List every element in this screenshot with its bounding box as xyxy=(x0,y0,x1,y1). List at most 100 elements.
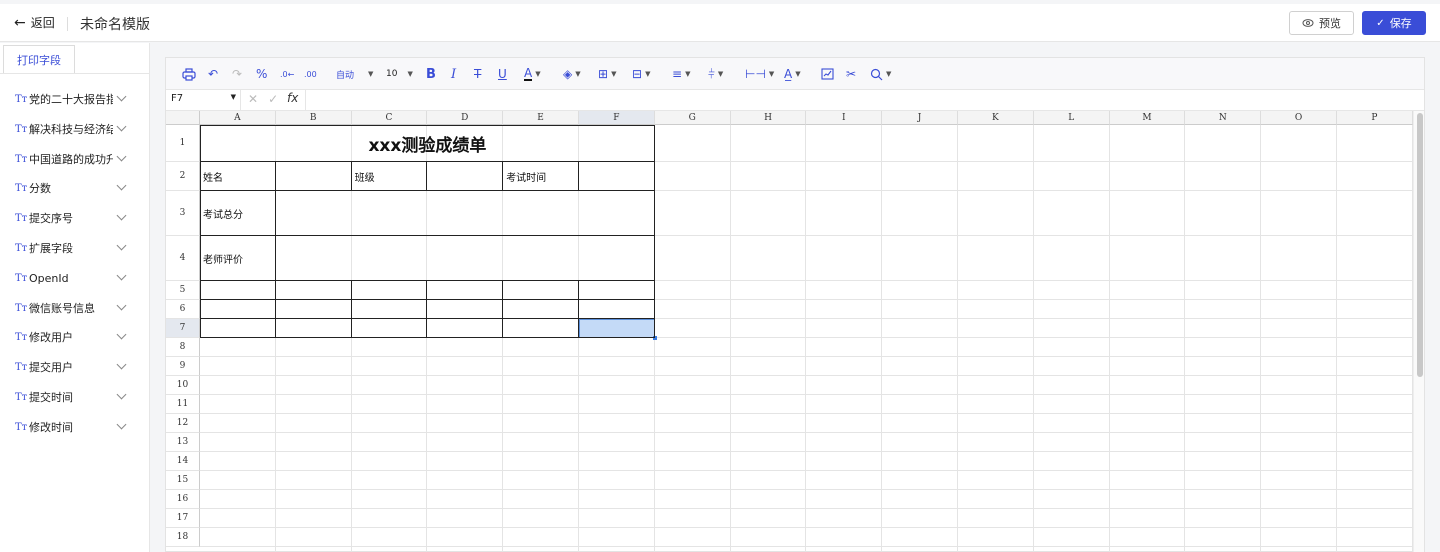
column-header[interactable]: C xyxy=(351,111,428,125)
column-header[interactable]: K xyxy=(958,111,1034,125)
scrollbar-thumb[interactable] xyxy=(1417,113,1423,377)
column-header[interactable]: H xyxy=(730,111,807,125)
borders-icon[interactable]: ⊞ ▼ xyxy=(598,66,616,82)
bold-icon[interactable]: B xyxy=(426,66,436,82)
row-header[interactable]: 6 xyxy=(166,300,200,319)
sidebar-field-item[interactable]: Tт OpenId xyxy=(15,269,127,287)
cell-total-score-label[interactable]: 考试总分 xyxy=(203,191,243,236)
italic-icon[interactable]: I xyxy=(451,66,456,82)
sidebar-field-item[interactable]: Tт 修改时间 xyxy=(15,418,127,436)
cut-icon[interactable]: ✂ xyxy=(846,66,856,82)
align-left-icon[interactable]: ≡ ▼ xyxy=(672,66,690,82)
row-header[interactable]: 18 xyxy=(166,528,200,547)
chevron-down-icon[interactable] xyxy=(116,329,127,340)
zoom-icon[interactable]: ▼ xyxy=(870,66,891,82)
cell-teacher-comment-label[interactable]: 老师评价 xyxy=(203,236,243,281)
text-rotate-icon[interactable]: A̲ ▼ xyxy=(784,66,801,82)
column-header[interactable]: E xyxy=(503,111,579,125)
chevron-down-icon[interactable] xyxy=(116,151,127,162)
row-header[interactable]: 7 xyxy=(166,319,200,338)
chevron-down-icon[interactable] xyxy=(116,121,127,132)
row-header[interactable]: 17 xyxy=(166,509,200,528)
sidebar-field-item[interactable]: Tт 解决科技与经济结 xyxy=(15,120,127,138)
merge-icon[interactable]: ⊟ ▼ xyxy=(632,66,650,82)
chevron-down-icon[interactable] xyxy=(116,180,127,191)
underline-icon[interactable]: U xyxy=(498,66,507,82)
chart-icon[interactable] xyxy=(821,66,834,82)
cell-name-box[interactable]: F7 ▼ xyxy=(166,90,241,110)
column-header[interactable]: I xyxy=(806,111,883,125)
sheet-title-cell[interactable]: xxx测验成绩单 xyxy=(200,125,655,162)
row-header[interactable]: 10 xyxy=(166,376,200,395)
row-header[interactable]: 2 xyxy=(166,162,200,191)
column-header[interactable]: A xyxy=(200,111,276,125)
undo-icon[interactable]: ↶ xyxy=(208,66,218,82)
chevron-down-icon[interactable] xyxy=(116,300,127,311)
sidebar-field-item[interactable]: Tт 党的二十大报告指 xyxy=(15,90,127,108)
column-header[interactable]: D xyxy=(427,111,504,125)
column-header[interactable]: F xyxy=(579,111,655,125)
sidebar-field-item[interactable]: Tт 提交时间 xyxy=(15,388,127,406)
chevron-down-icon[interactable] xyxy=(116,210,127,221)
redo-icon[interactable]: ↷ xyxy=(232,66,242,82)
cancel-icon[interactable]: ✕ xyxy=(248,92,258,106)
column-width-icon[interactable]: ⊢⊣ ▼ xyxy=(745,66,774,82)
save-button[interactable]: ✓ 保存 xyxy=(1362,11,1426,35)
back-button[interactable]: ← 返回 xyxy=(14,14,55,31)
column-header[interactable]: J xyxy=(882,111,958,125)
row-header[interactable]: 4 xyxy=(166,236,200,281)
cell-name-label[interactable]: 姓名 xyxy=(203,162,223,191)
sidebar-field-item[interactable]: Tт 分数 xyxy=(15,179,127,197)
chevron-down-icon[interactable] xyxy=(116,419,127,430)
row-header[interactable]: 15 xyxy=(166,471,200,490)
column-header[interactable]: B xyxy=(275,111,352,125)
vertical-align-icon[interactable]: ⫩ ▼ xyxy=(708,66,723,82)
column-header[interactable]: O xyxy=(1261,111,1337,125)
chevron-down-icon[interactable] xyxy=(116,240,127,251)
decrease-decimal-icon[interactable]: .0← xyxy=(280,66,294,82)
strikethrough-icon[interactable]: T xyxy=(474,66,481,82)
print-icon[interactable] xyxy=(182,66,196,82)
font-family-select[interactable]: 自动 ▼ xyxy=(336,66,373,82)
sidebar-field-item[interactable]: Tт 扩展字段 xyxy=(15,239,127,257)
sheet-grid[interactable]: A B C D E F G H I J K L M N O P 1 2 3 4 5 6 7 8 9 10 11 12 13 14 15 16 1… xyxy=(166,111,1413,552)
row-header[interactable]: 8 xyxy=(166,338,200,357)
row-header[interactable]: 5 xyxy=(166,281,200,300)
sidebar-field-item[interactable]: Tт 修改用户 xyxy=(15,328,127,346)
column-header[interactable]: N xyxy=(1185,111,1262,125)
row-header[interactable]: 13 xyxy=(166,433,200,452)
font-color-icon[interactable]: A ▼ xyxy=(524,66,541,82)
row-header[interactable]: 14 xyxy=(166,452,200,471)
select-all-corner[interactable] xyxy=(166,111,200,125)
font-size-select[interactable]: 10 ▼ xyxy=(386,66,413,82)
row-header[interactable]: 3 xyxy=(166,191,200,236)
percent-icon[interactable]: % xyxy=(256,66,267,82)
preview-button[interactable]: 预览 xyxy=(1289,11,1354,35)
cell-class-label[interactable]: 班级 xyxy=(355,162,375,191)
column-header[interactable]: L xyxy=(1033,111,1110,125)
row-header[interactable]: 12 xyxy=(166,414,200,433)
fill-color-icon[interactable]: ◈ ▼ xyxy=(563,66,581,82)
chevron-down-icon[interactable] xyxy=(116,389,127,400)
column-header[interactable]: G xyxy=(654,111,731,125)
column-header[interactable]: P xyxy=(1337,111,1413,125)
increase-decimal-icon[interactable]: .00 xyxy=(304,66,317,82)
chevron-down-icon[interactable] xyxy=(116,270,127,281)
row-header[interactable]: 1 xyxy=(166,125,200,162)
selected-cell[interactable] xyxy=(579,319,655,338)
chevron-down-icon[interactable] xyxy=(116,91,127,102)
page-title[interactable]: 未命名模版 xyxy=(80,14,150,34)
sidebar-field-item[interactable]: Tт 提交序号 xyxy=(15,209,127,227)
sidebar-field-item[interactable]: Tт 中国道路的成功升 xyxy=(15,150,127,168)
row-header[interactable]: 11 xyxy=(166,395,200,414)
sidebar-field-item[interactable]: Tт 提交用户 xyxy=(15,358,127,376)
vertical-scrollbar[interactable] xyxy=(1413,111,1424,552)
tab-print-fields[interactable]: 打印字段 xyxy=(3,45,75,73)
row-header[interactable]: 16 xyxy=(166,490,200,509)
confirm-icon[interactable]: ✓ xyxy=(268,92,278,106)
column-header[interactable]: M xyxy=(1109,111,1186,125)
cell-exam-time-label[interactable]: 考试时间 xyxy=(506,162,546,191)
chevron-down-icon[interactable] xyxy=(116,359,127,370)
row-header[interactable]: 9 xyxy=(166,357,200,376)
sidebar-field-item[interactable]: Tт 微信账号信息 xyxy=(15,299,127,317)
